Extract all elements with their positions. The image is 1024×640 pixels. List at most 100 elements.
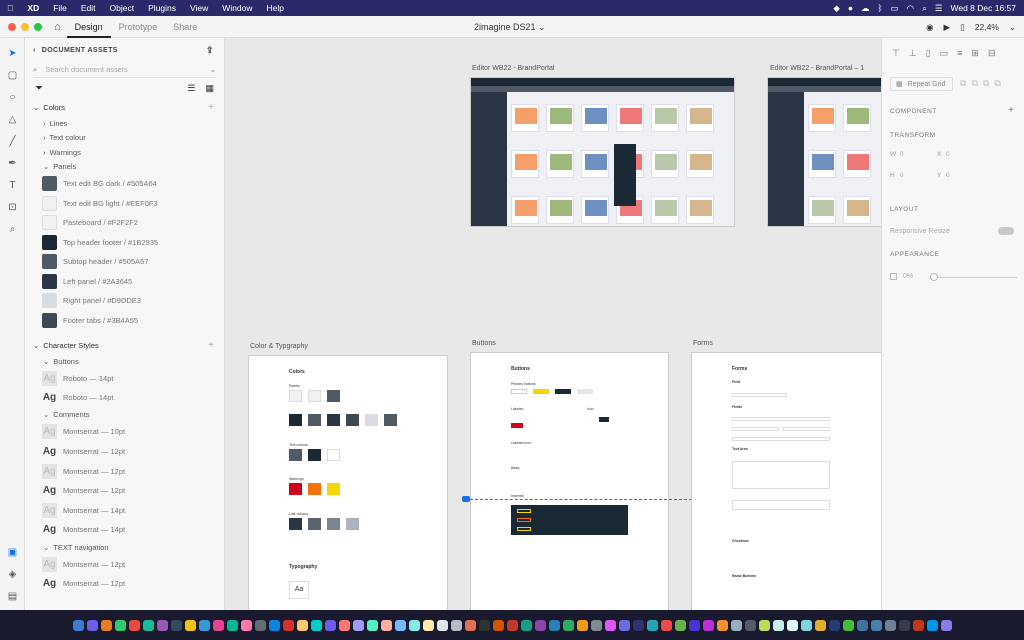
char-style-row[interactable]: Ag Montserrat — 12pt <box>25 554 224 574</box>
dock-app-icon[interactable] <box>170 619 182 631</box>
apple-icon[interactable]:  <box>0 3 20 13</box>
dock-app-icon[interactable] <box>240 619 252 631</box>
menu-help[interactable]: Help <box>260 3 291 13</box>
dock-app-icon[interactable] <box>562 619 574 631</box>
artboard-label[interactable]: Forms <box>693 340 713 347</box>
artboard-editor[interactable] <box>471 78 734 226</box>
dock-app-icon[interactable] <box>716 619 728 631</box>
dock-app-icon[interactable] <box>856 619 868 631</box>
dock-app-icon[interactable] <box>772 619 784 631</box>
align-center-icon[interactable]: ⊥ <box>909 48 917 59</box>
dock-app-icon[interactable] <box>492 619 504 631</box>
sort-icon[interactable]: ☰ <box>187 83 195 94</box>
char-style-row[interactable]: Ag Roboto — 14pt <box>25 388 224 408</box>
repeat-grid-button[interactable]: ▦ Repeat Grid <box>890 77 953 91</box>
color-group-3[interactable]: ⌄ Panels <box>25 160 224 175</box>
color-group-2[interactable]: › Warnings <box>25 145 224 160</box>
rectangle-tool-icon[interactable]: ▢ <box>6 69 19 82</box>
layers-panel-icon[interactable]: ◈ <box>6 568 19 581</box>
artboard-tool-icon[interactable]: ⊡ <box>6 201 19 214</box>
control-center-icon[interactable]: ☰ <box>931 3 947 14</box>
close-window-button[interactable] <box>8 22 16 31</box>
dock-app-icon[interactable] <box>618 619 630 631</box>
dock-app-icon[interactable] <box>506 619 518 631</box>
dock-app-icon[interactable] <box>198 619 210 631</box>
dock-app-icon[interactable] <box>296 619 308 631</box>
dock-app-icon[interactable] <box>744 619 756 631</box>
menu-edit[interactable]: Edit <box>74 3 103 13</box>
dock-app-icon[interactable] <box>940 619 952 631</box>
opacity-value[interactable]: 0% <box>903 273 913 280</box>
menu-file[interactable]: File <box>46 3 74 13</box>
h-value[interactable]: 0 <box>900 172 904 179</box>
artboard-label[interactable]: Buttons <box>472 340 496 347</box>
char-style-row[interactable]: Ag Montserrat — 14pt <box>25 520 224 540</box>
align-middle-icon[interactable]: ≡ <box>957 48 962 59</box>
cloud-icon[interactable]: ☁ <box>857 3 874 14</box>
dock-app-icon[interactable] <box>86 619 98 631</box>
color-swatch-row[interactable]: Top header footer / #1B2935 <box>25 233 224 253</box>
user-icon[interactable]: ◉ <box>926 22 933 33</box>
search-assets[interactable]: ⌕ Search document assets ⌄ <box>33 62 216 78</box>
opacity-checkbox[interactable] <box>890 273 897 280</box>
char-style-row[interactable]: Ag Montserrat — 14pt <box>25 501 224 521</box>
dock-app-icon[interactable] <box>268 619 280 631</box>
char-style-row[interactable]: Ag Montserrat — 12pt <box>25 442 224 462</box>
dock-app-icon[interactable] <box>72 619 84 631</box>
artboard-editor-copy[interactable] <box>768 78 881 226</box>
dock-app-icon[interactable] <box>758 619 770 631</box>
char-style-row[interactable]: Ag Roboto — 14pt <box>25 369 224 389</box>
artboard-forms[interactable]: Forms Field Fields Text Area Checkbox Ra… <box>692 353 881 610</box>
char-style-row[interactable]: Ag Montserrat — 12pt <box>25 481 224 501</box>
character-styles-section[interactable]: ⌄ Character Styles + <box>25 336 224 354</box>
color-swatch-row[interactable]: Text edit BG light / #EEF0F3 <box>25 194 224 214</box>
dock-app-icon[interactable] <box>114 619 126 631</box>
dock-app-icon[interactable] <box>870 619 882 631</box>
selection-handle[interactable] <box>462 496 470 502</box>
line-tool-icon[interactable]: ╱ <box>6 135 19 148</box>
menu-object[interactable]: Object <box>103 3 142 13</box>
tab-prototype[interactable]: Prototype <box>111 16 166 38</box>
dock-app-icon[interactable] <box>898 619 910 631</box>
dock-app-icon[interactable] <box>660 619 672 631</box>
color-swatch-row[interactable]: Left panel / #2A3645 <box>25 272 224 292</box>
filter-icon[interactable]: ⏷ <box>35 83 43 94</box>
dock-app-icon[interactable] <box>310 619 322 631</box>
dock-app-icon[interactable] <box>142 619 154 631</box>
dock-app-icon[interactable] <box>100 619 112 631</box>
chevron-down-icon[interactable]: ⌄ <box>210 65 216 74</box>
battery-icon[interactable]: ▭ <box>887 3 903 14</box>
dock-app-icon[interactable] <box>408 619 420 631</box>
opacity-slider[interactable] <box>932 277 1017 278</box>
zoom-window-button[interactable] <box>34 22 42 31</box>
align-left-icon[interactable]: ⊤ <box>892 48 900 59</box>
ellipse-tool-icon[interactable]: ○ <box>6 91 19 104</box>
artboard-label[interactable]: Color & Typgraphy <box>250 343 308 350</box>
dock-app-icon[interactable] <box>702 619 714 631</box>
color-swatch-row[interactable]: Pasteboard / #F2F2F2 <box>25 213 224 233</box>
dock-app-icon[interactable] <box>814 619 826 631</box>
dock-app-icon[interactable] <box>604 619 616 631</box>
subtract-icon[interactable]: ⧉ <box>971 78 977 89</box>
dock-app-icon[interactable] <box>576 619 588 631</box>
bluetooth-icon[interactable]: ᛒ <box>874 3 887 13</box>
chevron-down-icon[interactable]: ⌄ <box>1009 22 1016 33</box>
color-swatch-row[interactable]: Text edit BG dark / #505A64 <box>25 174 224 194</box>
document-title[interactable]: 2imagine DS21 ⌄ <box>474 16 546 38</box>
dock-app-icon[interactable] <box>450 619 462 631</box>
artboard-label[interactable]: Editor WB22 - BrandPortal <box>472 65 554 72</box>
dock-app-icon[interactable] <box>338 619 350 631</box>
responsive-resize-toggle[interactable] <box>998 227 1014 235</box>
dock-app-icon[interactable] <box>590 619 602 631</box>
color-group-0[interactable]: › Lines <box>25 116 224 131</box>
align-top-icon[interactable]: ▭ <box>940 48 949 59</box>
dock-app-icon[interactable] <box>800 619 812 631</box>
exclude-icon[interactable]: ⧉ <box>994 78 1000 89</box>
search-icon[interactable]: ⌕ <box>918 3 931 14</box>
zoom-tool-icon[interactable]: ⌕ <box>6 223 19 236</box>
menu-window[interactable]: Window <box>215 3 259 13</box>
search-input[interactable]: Search document assets <box>45 65 128 74</box>
dock-app-icon[interactable] <box>478 619 490 631</box>
add-component-icon[interactable]: + <box>1008 105 1014 116</box>
text-tool-icon[interactable]: T <box>6 179 19 192</box>
